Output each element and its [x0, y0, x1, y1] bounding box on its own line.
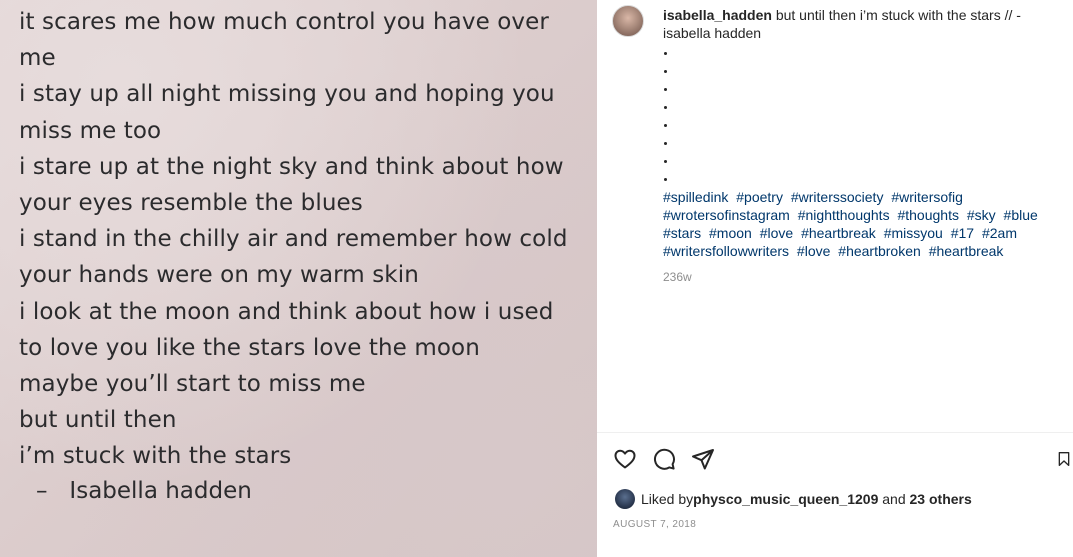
save-button[interactable]: [1056, 446, 1072, 472]
liker-username-link[interactable]: physco_music_queen_1209: [693, 489, 878, 509]
poem-text: it scares me how much control you have o…: [19, 4, 568, 475]
action-bar: [612, 446, 1072, 472]
caption-bullet: [663, 98, 1058, 116]
hashtag-link[interactable]: #love: [797, 243, 830, 259]
caption-bullet: [663, 134, 1058, 152]
caption-bullet: [663, 170, 1058, 188]
poem-line: your hands were on my warm skin: [19, 262, 419, 289]
poem-line: maybe you’ll start to miss me: [19, 371, 366, 398]
likes-middle: and: [878, 491, 910, 507]
hashtag-link[interactable]: #spilledink: [663, 189, 728, 205]
likes-summary: Liked by physco_music_queen_1209 and 23 …: [615, 489, 972, 509]
likes-prefix: Liked by: [641, 491, 694, 507]
hashtag-link[interactable]: #moon: [709, 225, 752, 241]
like-button[interactable]: [612, 446, 638, 472]
post-sidebar: isabella_hadden but until then i’m stuck…: [597, 0, 1073, 557]
liker-avatar[interactable]: [615, 489, 635, 509]
post-image: it scares me how much control you have o…: [0, 0, 597, 557]
post-date[interactable]: AUGUST 7, 2018: [613, 519, 696, 530]
post-time-ago[interactable]: 236w: [663, 268, 1058, 286]
poem-line: i look at the moon and think about how i…: [19, 298, 554, 325]
divider: [597, 432, 1073, 433]
comment-icon: [653, 448, 675, 470]
hashtag-link[interactable]: #stars: [663, 225, 701, 241]
hashtag-link[interactable]: #17: [951, 225, 974, 241]
bookmark-icon: [1058, 452, 1070, 466]
hashtag-link[interactable]: #sky: [967, 207, 996, 223]
hashtag-link[interactable]: #writersofig: [891, 189, 963, 205]
hashtag-link[interactable]: #nightthoughts: [798, 207, 890, 223]
caption-bullet: [663, 80, 1058, 98]
poem-line: i’m stuck with the stars: [19, 443, 292, 470]
poem-line: your eyes resemble the blues: [19, 190, 363, 217]
comment-button[interactable]: [651, 446, 677, 472]
poem-line: i stay up all night missing you and hopi…: [19, 81, 555, 108]
poem-line: miss me too: [19, 117, 162, 144]
send-icon: [692, 449, 714, 470]
hashtag-link[interactable]: #heartbreak: [801, 225, 876, 241]
hashtag-link[interactable]: #writerssociety: [791, 189, 884, 205]
comments-section: isabella_hadden but until then i’m stuck…: [597, 0, 1073, 432]
caption-bullet: [663, 44, 1058, 62]
heart-icon: [614, 449, 636, 469]
hashtag-link[interactable]: #2am: [982, 225, 1017, 241]
hashtag-link[interactable]: #missyou: [884, 225, 943, 241]
poem-line: i stare up at the night sky and think ab…: [19, 153, 564, 180]
poem-line: to love you like the stars love the moon: [19, 334, 480, 361]
poem-signature: – Isabella hadden: [36, 478, 252, 504]
username-link[interactable]: isabella_hadden: [663, 7, 772, 23]
caption-bullet: [663, 152, 1058, 170]
poem-line: it scares me how much control you have o…: [19, 9, 549, 35]
share-button[interactable]: [690, 446, 716, 472]
poem-line: but until then: [19, 407, 177, 434]
likes-others-link[interactable]: 23 others: [910, 489, 972, 509]
hashtag-link[interactable]: #love: [760, 225, 793, 241]
avatar[interactable]: [612, 5, 644, 37]
hashtag-link[interactable]: #heartbroken: [838, 243, 921, 259]
caption-bullets: [663, 44, 1058, 188]
hashtag-link[interactable]: #heartbreak: [929, 243, 1004, 259]
hashtag-list: #spilledink #poetry #writerssociety #wri…: [663, 188, 1058, 260]
post-caption: isabella_hadden but until then i’m stuck…: [663, 6, 1058, 286]
hashtag-link[interactable]: #wrotersofinstagram: [663, 207, 790, 223]
hashtag-link[interactable]: #writersfollowwriters: [663, 243, 789, 259]
poem-line: i stand in the chilly air and remember h…: [19, 226, 568, 253]
caption-bullet: [663, 116, 1058, 134]
hashtag-link[interactable]: #thoughts: [897, 207, 959, 223]
hashtag-link[interactable]: #blue: [1004, 207, 1038, 223]
poem-line: me: [19, 45, 56, 72]
hashtag-link[interactable]: #poetry: [736, 189, 783, 205]
caption-bullet: [663, 62, 1058, 80]
